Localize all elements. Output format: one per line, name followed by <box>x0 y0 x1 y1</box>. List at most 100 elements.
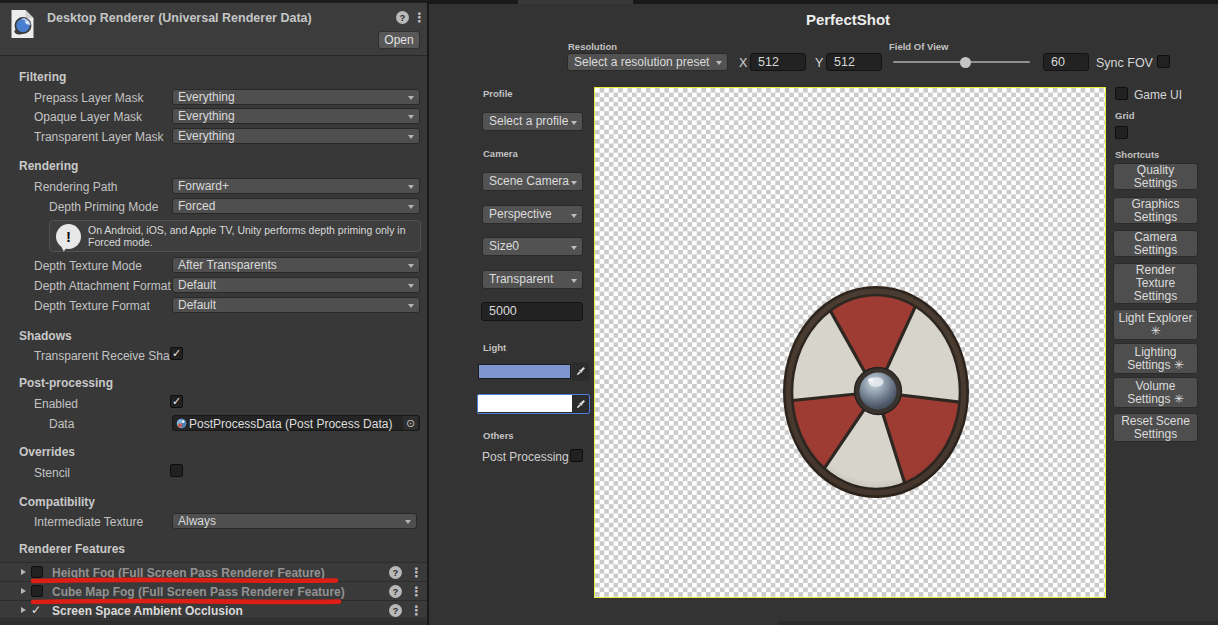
kebab-menu-icon[interactable]: ⋮ <box>413 11 426 24</box>
checkbox-cube-map-fog[interactable] <box>31 585 43 597</box>
dropdown-arrow-icon <box>408 185 414 189</box>
dropdown-prepass-layer-mask[interactable]: Everything <box>172 89 420 105</box>
render-texture-settings-button[interactable]: Render Texture Settings <box>1113 263 1198 304</box>
help-icon[interactable]: ? <box>389 585 402 598</box>
resolution-x-input[interactable]: 512 <box>750 53 806 71</box>
feature-title: Cube Map Fog (Full Screen Pass Renderer … <box>52 585 345 599</box>
dropdown-transparent-layer-mask[interactable]: Everything <box>172 128 420 144</box>
shortcuts-label: Shortcuts <box>1115 149 1159 160</box>
checkbox-game-ui[interactable] <box>1115 87 1128 100</box>
open-button[interactable]: Open <box>378 31 420 49</box>
light-color-swatch[interactable] <box>478 364 571 379</box>
fov-slider-knob[interactable] <box>960 57 971 68</box>
section-renderer-features: Renderer Features <box>19 542 125 556</box>
resolution-preset-dropdown[interactable]: Select a resolution preset <box>567 53 728 71</box>
label-enabled: Enabled <box>34 397 170 411</box>
kebab-menu-icon[interactable]: ⋮ <box>410 585 423 598</box>
grid-label: Grid <box>1115 110 1135 121</box>
feature-row-height-fog[interactable]: Height Fog (Full Screen Pass Renderer Fe… <box>0 562 427 581</box>
dropdown-arrow-icon <box>571 181 577 185</box>
camera-settings-button[interactable]: Camera Settings <box>1113 230 1198 257</box>
dropdown-value: Everything <box>178 109 235 123</box>
dropdown-value: Default <box>178 298 216 312</box>
section-filtering: Filtering <box>19 70 66 84</box>
dropdown-value: Scene Camera <box>489 174 569 188</box>
graphics-settings-button[interactable]: Graphics Settings <box>1113 197 1198 224</box>
inspector-header: Desktop Renderer (Universal Renderer Dat… <box>0 3 427 56</box>
checkbox-post-processing-enabled[interactable]: ✓ <box>170 395 183 408</box>
feature-title: Screen Space Ambient Occlusion <box>52 604 243 618</box>
feature-row-cube-map-fog[interactable]: Cube Map Fog (Full Screen Pass Renderer … <box>0 581 427 600</box>
camera-size-dropdown[interactable]: Size0 <box>482 237 583 256</box>
feature-row-ssao[interactable]: ✓ Screen Space Ambient Occlusion ? ⋮ <box>0 600 427 619</box>
help-icon[interactable]: ? <box>396 11 409 24</box>
light-color2-field[interactable] <box>477 394 590 414</box>
light-color-swatch-2[interactable] <box>478 395 572 412</box>
info-text: On Android, iOS, and Apple TV, Unity per… <box>88 225 418 248</box>
quality-settings-button[interactable]: Quality Settings <box>1113 163 1198 190</box>
bottom-scrollbar-strip[interactable] <box>779 621 1218 625</box>
label-prepass-layer-mask: Prepass Layer Mask <box>34 91 172 105</box>
camera-projection-dropdown[interactable]: Perspective <box>482 205 583 224</box>
camera-background-dropdown[interactable]: Transparent <box>482 270 583 289</box>
eyedropper-icon <box>574 398 587 411</box>
light-explorer-button[interactable]: Light Explorer ✳ <box>1113 309 1198 340</box>
dropdown-opaque-layer-mask[interactable]: Everything <box>172 108 420 124</box>
object-picker-icon[interactable]: ⊙ <box>403 416 418 430</box>
profile-dropdown[interactable]: Select a profile <box>482 112 583 131</box>
checkbox-grid[interactable] <box>1115 126 1128 139</box>
foldout-icon[interactable] <box>21 607 26 613</box>
checkbox-stencil[interactable] <box>170 464 183 477</box>
info-box: ! On Android, iOS, and Apple TV, Unity p… <box>49 220 421 252</box>
eyedropper-button[interactable] <box>572 362 589 381</box>
foldout-icon[interactable] <box>21 569 26 575</box>
dropdown-arrow-icon <box>408 284 414 288</box>
volume-settings-button[interactable]: Volume Settings ✳ <box>1113 377 1198 408</box>
light-label: Light <box>483 342 506 353</box>
sync-fov-label: Sync FOV <box>1096 56 1153 70</box>
help-icon[interactable]: ? <box>389 566 402 579</box>
dropdown-value: After Transparents <box>178 258 277 272</box>
foldout-icon[interactable] <box>21 588 26 594</box>
checkbox-sync-fov[interactable] <box>1157 55 1170 68</box>
renderer-asset-icon <box>10 9 35 39</box>
dropdown-arrow-icon <box>408 304 414 308</box>
resolution-y-input[interactable]: 512 <box>826 53 882 71</box>
dropdown-depth-priming-mode[interactable]: Forced <box>172 198 420 214</box>
eyedropper-button[interactable] <box>572 395 588 412</box>
camera-distance-input[interactable]: 5000 <box>481 302 583 321</box>
dropdown-depth-texture-format[interactable]: Default <box>172 297 420 313</box>
render-preview[interactable] <box>594 87 1106 598</box>
help-icon[interactable]: ? <box>389 604 402 617</box>
perfectshot-panel: PerfectShot Resolution Select a resoluti… <box>429 0 1218 625</box>
kebab-menu-icon[interactable]: ⋮ <box>410 604 423 617</box>
resolution-y-label: Y <box>815 56 823 70</box>
shield-render <box>781 284 971 500</box>
dropdown-depth-texture-mode[interactable]: After Transparents <box>172 257 420 273</box>
dropdown-intermediate-texture[interactable]: Always <box>172 513 417 529</box>
dropdown-arrow-icon <box>408 264 414 268</box>
resolution-x-label: X <box>739 56 747 70</box>
kebab-menu-icon[interactable]: ⋮ <box>410 566 423 579</box>
inspector-title: Desktop Renderer (Universal Renderer Dat… <box>47 11 312 25</box>
checkbox-transparent-receive-shadows[interactable]: ✓ <box>170 347 183 360</box>
object-field-post-process-data[interactable]: PostProcessData (Post Process Data) ⊙ <box>172 415 420 431</box>
check-icon[interactable]: ✓ <box>31 603 41 617</box>
label-depth-priming-mode: Depth Priming Mode <box>49 200 172 214</box>
lighting-settings-button[interactable]: Lighting Settings ✳ <box>1113 343 1198 374</box>
dropdown-arrow-icon <box>571 246 577 250</box>
reset-scene-settings-button[interactable]: Reset Scene Settings <box>1113 413 1198 442</box>
checkbox-post-processing[interactable] <box>570 449 583 462</box>
dropdown-depth-attachment-format[interactable]: Default <box>172 277 420 293</box>
checkbox-height-fog[interactable] <box>31 566 43 578</box>
profile-label: Profile <box>483 88 513 99</box>
check-icon: ✓ <box>172 395 181 408</box>
object-field-value: PostProcessData (Post Process Data) <box>189 417 392 431</box>
camera-target-dropdown[interactable]: Scene Camera <box>482 172 583 191</box>
label-depth-texture-format: Depth Texture Format <box>34 299 172 313</box>
dropdown-arrow-icon <box>408 115 414 119</box>
fov-value-input[interactable]: 60 <box>1043 53 1089 71</box>
dropdown-rendering-path[interactable]: Forward+ <box>172 178 420 194</box>
section-post-processing: Post-processing <box>19 376 113 390</box>
dropdown-value: Select a resolution preset <box>574 55 709 69</box>
